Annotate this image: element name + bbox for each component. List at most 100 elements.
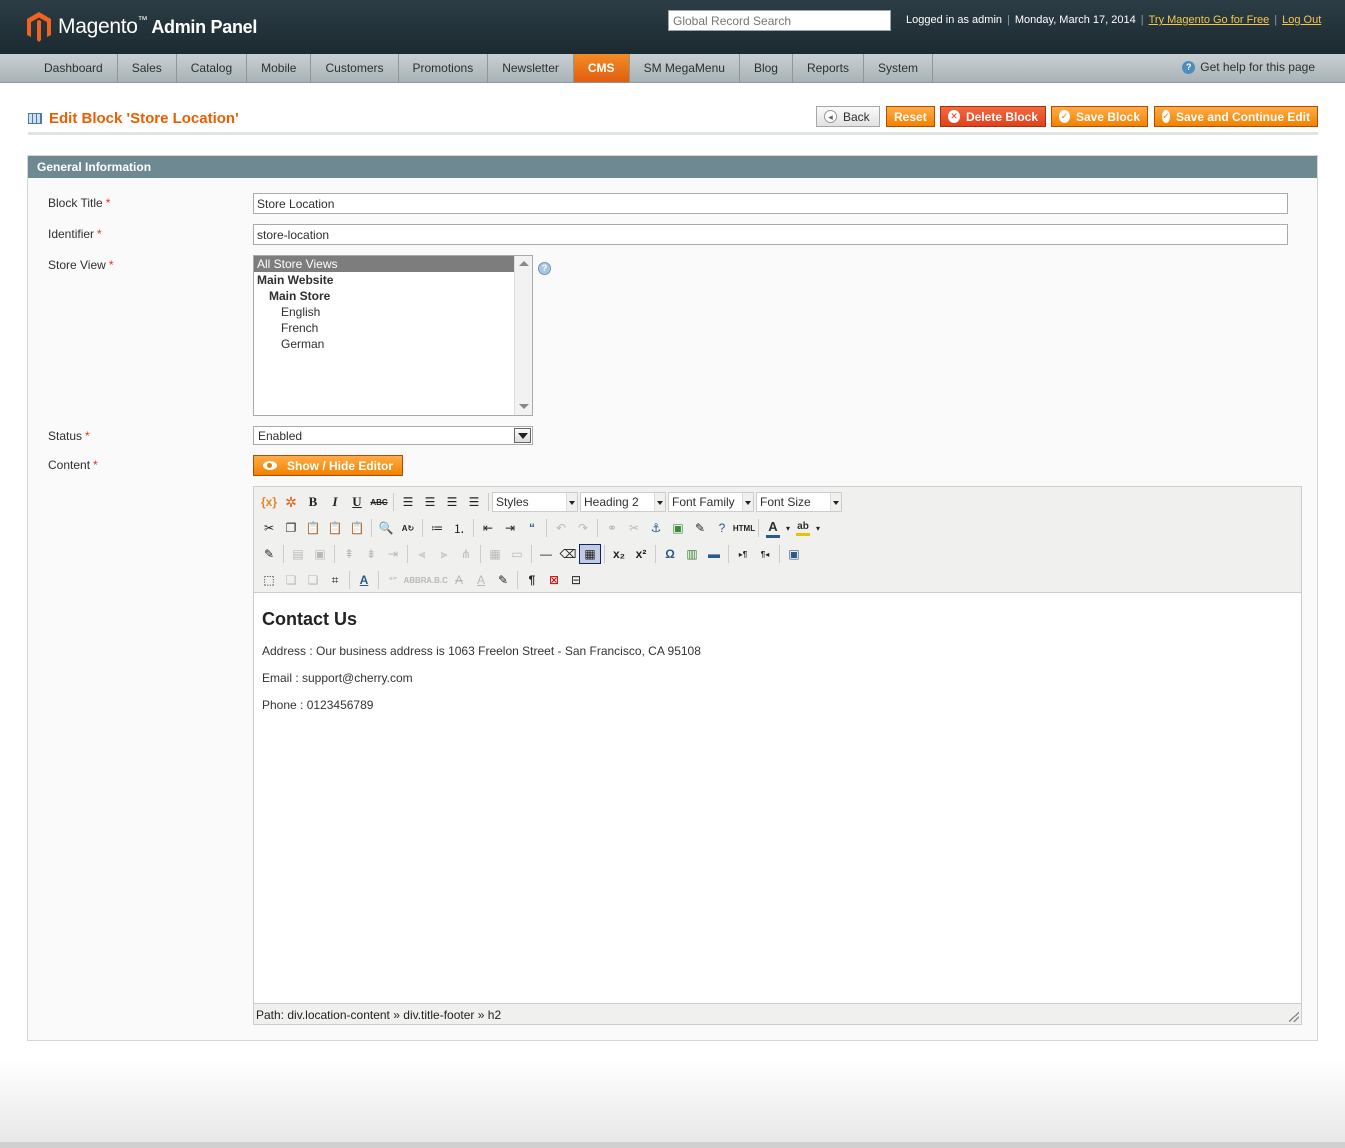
text-color-icon[interactable]: A — [762, 518, 784, 538]
redo-icon[interactable]: ↷ — [572, 518, 594, 538]
special-char-icon[interactable]: Ω — [659, 544, 681, 564]
ltr-icon[interactable]: ▸¶ — [732, 544, 754, 564]
indent-icon[interactable]: ⇥ — [499, 518, 521, 538]
table-icon[interactable]: ▦ — [579, 544, 601, 564]
paste-text-icon[interactable]: 📋 — [324, 518, 346, 538]
anchor-icon[interactable]: ⚓ — [645, 518, 667, 538]
nav-customers[interactable]: Customers — [311, 54, 399, 82]
bullet-list-icon[interactable]: ≔ — [426, 518, 448, 538]
align-right-icon[interactable]: ☰ — [441, 492, 463, 512]
superscript-icon[interactable]: x² — [630, 544, 652, 564]
path-item[interactable]: div.title-footer — [403, 1008, 474, 1022]
undo-icon[interactable]: ↶ — [550, 518, 572, 538]
magento-logo[interactable]: Magento™ Admin Panel — [26, 10, 257, 44]
nav-cms[interactable]: CMS — [573, 54, 630, 82]
numbered-list-icon[interactable]: ⒈ — [448, 518, 470, 538]
abbr-icon[interactable]: ABBR — [403, 570, 426, 590]
col-after-icon[interactable]: ⫸ — [433, 544, 455, 564]
scroll-down-icon[interactable] — [519, 404, 529, 409]
insert-layer-icon[interactable]: ⬚ — [258, 570, 280, 590]
replace-icon[interactable]: A↻ — [397, 518, 419, 538]
nav-blog[interactable]: Blog — [740, 54, 793, 82]
nav-mobile[interactable]: Mobile — [247, 54, 312, 82]
visual-chars-icon[interactable]: ¶ — [521, 570, 543, 590]
global-search-input[interactable] — [668, 10, 891, 31]
cell-props-icon[interactable]: ▣ — [309, 544, 331, 564]
advanced-hr-icon[interactable]: ▬ — [703, 544, 725, 564]
reset-button[interactable]: Reset — [886, 106, 935, 127]
nav-newsletter[interactable]: Newsletter — [488, 54, 574, 82]
paste-word-icon[interactable]: 📋 — [346, 518, 368, 538]
delete-block-button[interactable]: ✕ Delete Block — [940, 106, 1046, 127]
path-item[interactable]: div.location-content — [287, 1008, 390, 1022]
acronym-icon[interactable]: A.B.C — [426, 570, 448, 590]
underline-icon[interactable]: U — [346, 492, 368, 512]
help-link[interactable]: ? Get help for this page — [1182, 60, 1315, 74]
chevron-down-icon[interactable] — [514, 428, 531, 443]
delete-row-icon[interactable]: ⇥ — [382, 544, 404, 564]
row-before-icon[interactable]: ⇞ — [338, 544, 360, 564]
nav-reports[interactable]: Reports — [793, 54, 864, 82]
nav-dashboard[interactable]: Dashboard — [30, 54, 118, 82]
nav-sales[interactable]: Sales — [118, 54, 177, 82]
logout-link[interactable]: Log Out — [1282, 14, 1321, 26]
store-view-option[interactable]: English — [254, 304, 532, 320]
merge-cells-icon[interactable]: ▭ — [506, 544, 528, 564]
background-color-icon[interactable]: ab — [792, 518, 814, 538]
styleprops-icon[interactable]: A — [353, 570, 375, 590]
insert-widget-icon[interactable]: ✲ — [280, 492, 302, 512]
delete-text-icon[interactable]: A — [448, 570, 470, 590]
store-view-option[interactable]: French — [254, 320, 532, 336]
save-block-button[interactable]: ✓ Save Block — [1051, 106, 1148, 127]
store-view-multiselect[interactable]: All Store Views Main Website Main Store … — [253, 255, 533, 416]
split-cells-icon[interactable]: ▦ — [484, 544, 506, 564]
move-forward-icon[interactable]: ❏ — [280, 570, 302, 590]
bold-icon[interactable]: B — [302, 492, 324, 512]
align-justify-icon[interactable]: ☰ — [463, 492, 485, 512]
html-source-icon[interactable]: HTML — [733, 518, 755, 538]
identifier-input[interactable] — [253, 224, 1288, 245]
nav-system[interactable]: System — [864, 54, 934, 82]
link-icon[interactable]: ⚭ — [601, 518, 623, 538]
rtl-icon[interactable]: ¶◂ — [754, 544, 776, 564]
cite-icon[interactable]: “” — [382, 570, 404, 590]
format-dropdown[interactable]: Heading 2 — [580, 492, 666, 512]
col-before-icon[interactable]: ⫷ — [411, 544, 433, 564]
block-title-input[interactable] — [253, 193, 1288, 214]
store-view-help-icon[interactable]: ? — [538, 262, 551, 275]
path-item[interactable]: h2 — [488, 1008, 501, 1022]
subscript-icon[interactable]: x₂ — [608, 544, 630, 564]
font-size-dropdown[interactable]: Font Size — [756, 492, 842, 512]
resize-handle-icon[interactable] — [1289, 1012, 1299, 1022]
status-select[interactable]: Enabled — [253, 426, 533, 445]
copy-icon[interactable]: ❐ — [280, 518, 302, 538]
image-icon[interactable]: ▣ — [667, 518, 689, 538]
page-break-icon[interactable]: ⊟ — [565, 570, 587, 590]
nav-sm-megamenu[interactable]: SM MegaMenu — [630, 54, 740, 82]
horizontal-rule-icon[interactable]: — — [535, 544, 557, 564]
fullscreen-icon[interactable]: ▣ — [783, 544, 805, 564]
remove-format-icon[interactable]: ⌫ — [557, 544, 579, 564]
try-magento-go-link[interactable]: Try Magento Go for Free — [1149, 14, 1270, 26]
align-left-icon[interactable]: ☰ — [397, 492, 419, 512]
show-hide-editor-button[interactable]: Show / Hide Editor — [253, 455, 404, 476]
paste-icon[interactable]: 📋 — [302, 518, 324, 538]
editor-content-area[interactable]: Contact Us Address : Our business addres… — [254, 593, 1301, 1004]
absolute-icon[interactable]: ⌗ — [324, 570, 346, 590]
unlink-icon[interactable]: ✂ — [623, 518, 645, 538]
move-backward-icon[interactable]: ❏ — [302, 570, 324, 590]
attribs-icon[interactable]: ✎ — [492, 570, 514, 590]
help-icon[interactable]: ? — [711, 518, 733, 538]
edit-css-icon[interactable]: ✎ — [258, 544, 280, 564]
font-family-dropdown[interactable]: Font Family — [668, 492, 754, 512]
blockquote-icon[interactable]: “ — [521, 518, 543, 538]
chevron-down-icon[interactable]: ▾ — [784, 518, 792, 538]
row-props-icon[interactable]: ▤ — [287, 544, 309, 564]
row-after-icon[interactable]: ⇟ — [360, 544, 382, 564]
cut-icon[interactable]: ✂ — [258, 518, 280, 538]
nav-promotions[interactable]: Promotions — [399, 54, 489, 82]
store-view-option[interactable]: All Store Views — [254, 256, 514, 272]
insert-text-icon[interactable]: A — [470, 570, 492, 590]
scroll-up-icon[interactable] — [519, 261, 529, 266]
back-button[interactable]: ◂ Back — [816, 106, 880, 127]
